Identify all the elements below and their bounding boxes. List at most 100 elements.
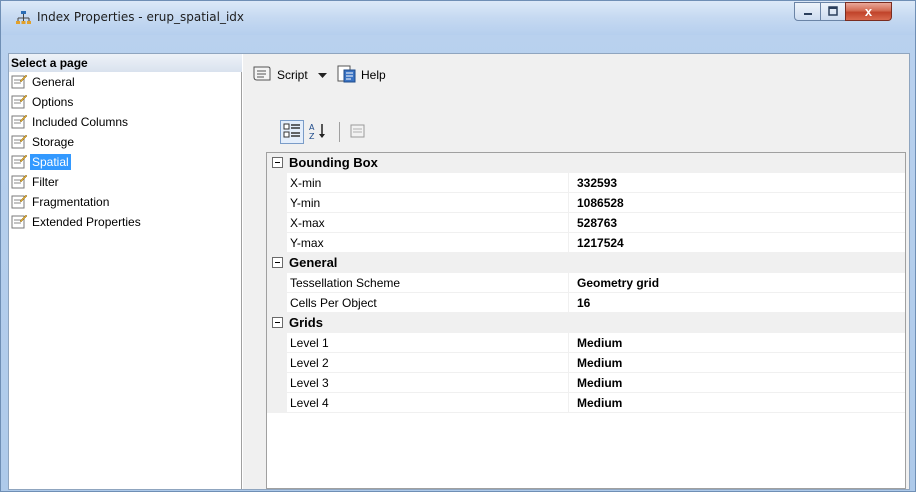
index-properties-window: Index Properties - erup_spatial_idx x Se… <box>0 0 916 492</box>
property-page-icon <box>11 174 28 190</box>
script-dropdown-button[interactable] <box>318 65 331 85</box>
property-pages-icon <box>349 123 367 142</box>
property-grid: Bounding Box X-min 332593 Y-min 1086528 … <box>266 152 906 489</box>
property-row-x-min[interactable]: X-min 332593 <box>267 173 905 193</box>
help-button[interactable]: Help <box>337 65 386 85</box>
category-label: General <box>289 255 338 270</box>
property-row-level-4[interactable]: Level 4 Medium <box>267 393 905 413</box>
page-content-pane: Script Help A Z Bounding Box X-min 33259… <box>243 54 909 489</box>
maximize-icon <box>828 5 838 19</box>
sort-az-icon: AZ <box>308 122 328 143</box>
nav-item-label: Filter <box>32 175 59 189</box>
property-value[interactable]: 1086528 <box>577 193 897 213</box>
script-icon <box>251 65 277 86</box>
nav-item-label: Spatial <box>30 154 71 170</box>
property-row-tessellation-scheme[interactable]: Tessellation Scheme Geometry grid <box>267 273 905 293</box>
nav-item-spatial[interactable]: Spatial <box>11 152 239 172</box>
category-general[interactable]: General <box>267 253 905 273</box>
toolbar-separator <box>339 122 340 142</box>
property-name: Level 4 <box>287 393 569 413</box>
property-value[interactable]: Medium <box>577 393 897 413</box>
maximize-button[interactable] <box>820 2 846 21</box>
nav-item-label: Options <box>32 95 74 109</box>
row-gutter <box>267 353 287 373</box>
property-page-icon <box>11 94 28 110</box>
title-bar[interactable]: Index Properties - erup_spatial_idx x <box>1 1 915 35</box>
alphabetical-button[interactable]: AZ <box>306 120 330 144</box>
nav-item-label: Included Columns <box>32 115 129 129</box>
property-row-x-max[interactable]: X-max 528763 <box>267 213 905 233</box>
category-label: Grids <box>289 315 323 330</box>
property-name: Level 2 <box>287 353 569 373</box>
property-row-y-min[interactable]: Y-min 1086528 <box>267 193 905 213</box>
minimize-icon <box>803 5 813 19</box>
property-page-icon <box>11 74 28 90</box>
nav-item-label: Extended Properties <box>32 215 141 229</box>
page-selector-pane: Select a page General Options Included C… <box>9 54 242 489</box>
property-name: Y-min <box>287 193 569 213</box>
svg-text:Z: Z <box>309 132 315 140</box>
property-value[interactable]: 528763 <box>577 213 897 233</box>
property-page-icon <box>11 114 28 130</box>
property-page-icon <box>11 214 28 230</box>
property-page-icon <box>11 134 28 150</box>
property-value[interactable]: 16 <box>577 293 897 313</box>
nav-item-label: Fragmentation <box>32 195 110 209</box>
row-gutter <box>267 333 287 353</box>
property-row-level-3[interactable]: Level 3 Medium <box>267 373 905 393</box>
dialog-toolbar: Script Help <box>243 54 909 94</box>
property-name: X-min <box>287 173 569 193</box>
nav-item-storage[interactable]: Storage <box>11 132 239 152</box>
collapse-icon[interactable] <box>272 157 283 168</box>
property-value[interactable]: 1217524 <box>577 233 897 253</box>
property-row-y-max[interactable]: Y-max 1217524 <box>267 233 905 253</box>
collapse-icon[interactable] <box>272 257 283 268</box>
property-grid-toolbar: AZ <box>268 120 388 144</box>
category-grids[interactable]: Grids <box>267 313 905 333</box>
row-gutter <box>267 173 287 193</box>
minimize-button[interactable] <box>794 2 821 21</box>
select-page-header: Select a page <box>9 54 242 72</box>
nav-item-extended-properties[interactable]: Extended Properties <box>11 212 239 232</box>
window-title: Index Properties - erup_spatial_idx <box>37 10 244 24</box>
help-label: Help <box>361 68 386 82</box>
property-name: Tessellation Scheme <box>287 273 569 293</box>
property-row-level-1[interactable]: Level 1 Medium <box>267 333 905 353</box>
category-label: Bounding Box <box>289 155 378 170</box>
collapse-icon[interactable] <box>272 317 283 328</box>
close-icon: x <box>864 4 873 19</box>
categorized-button[interactable] <box>280 120 304 144</box>
nav-item-included-columns[interactable]: Included Columns <box>11 112 239 132</box>
property-name: X-max <box>287 213 569 233</box>
row-gutter <box>267 233 287 253</box>
property-row-level-2[interactable]: Level 2 Medium <box>267 353 905 373</box>
script-button[interactable]: Script <box>251 65 308 85</box>
property-value[interactable]: 332593 <box>577 173 897 193</box>
nav-item-fragmentation[interactable]: Fragmentation <box>11 192 239 212</box>
nav-item-label: General <box>32 75 75 89</box>
script-label: Script <box>277 68 308 82</box>
close-button[interactable]: x <box>845 2 892 21</box>
row-gutter <box>267 293 287 313</box>
nav-item-options[interactable]: Options <box>11 92 239 112</box>
property-value[interactable]: Medium <box>577 353 897 373</box>
nav-item-label: Storage <box>32 135 75 149</box>
nav-item-filter[interactable]: Filter <box>11 172 239 192</box>
help-icon <box>337 65 361 86</box>
nav-item-general[interactable]: General <box>11 72 239 92</box>
property-value[interactable]: Medium <box>577 373 897 393</box>
row-gutter <box>267 213 287 233</box>
property-value[interactable]: Medium <box>577 333 897 353</box>
property-name: Level 1 <box>287 333 569 353</box>
categorized-icon <box>283 123 301 142</box>
property-pages-button[interactable] <box>346 120 370 144</box>
property-page-icon <box>11 194 28 210</box>
category-bounding-box[interactable]: Bounding Box <box>267 153 905 173</box>
index-icon <box>15 10 33 26</box>
property-name: Cells Per Object <box>287 293 569 313</box>
row-gutter <box>267 273 287 293</box>
caret-down-icon <box>318 68 331 82</box>
property-value[interactable]: Geometry grid <box>577 273 897 293</box>
property-row-cells-per-object[interactable]: Cells Per Object 16 <box>267 293 905 313</box>
row-gutter <box>267 193 287 213</box>
